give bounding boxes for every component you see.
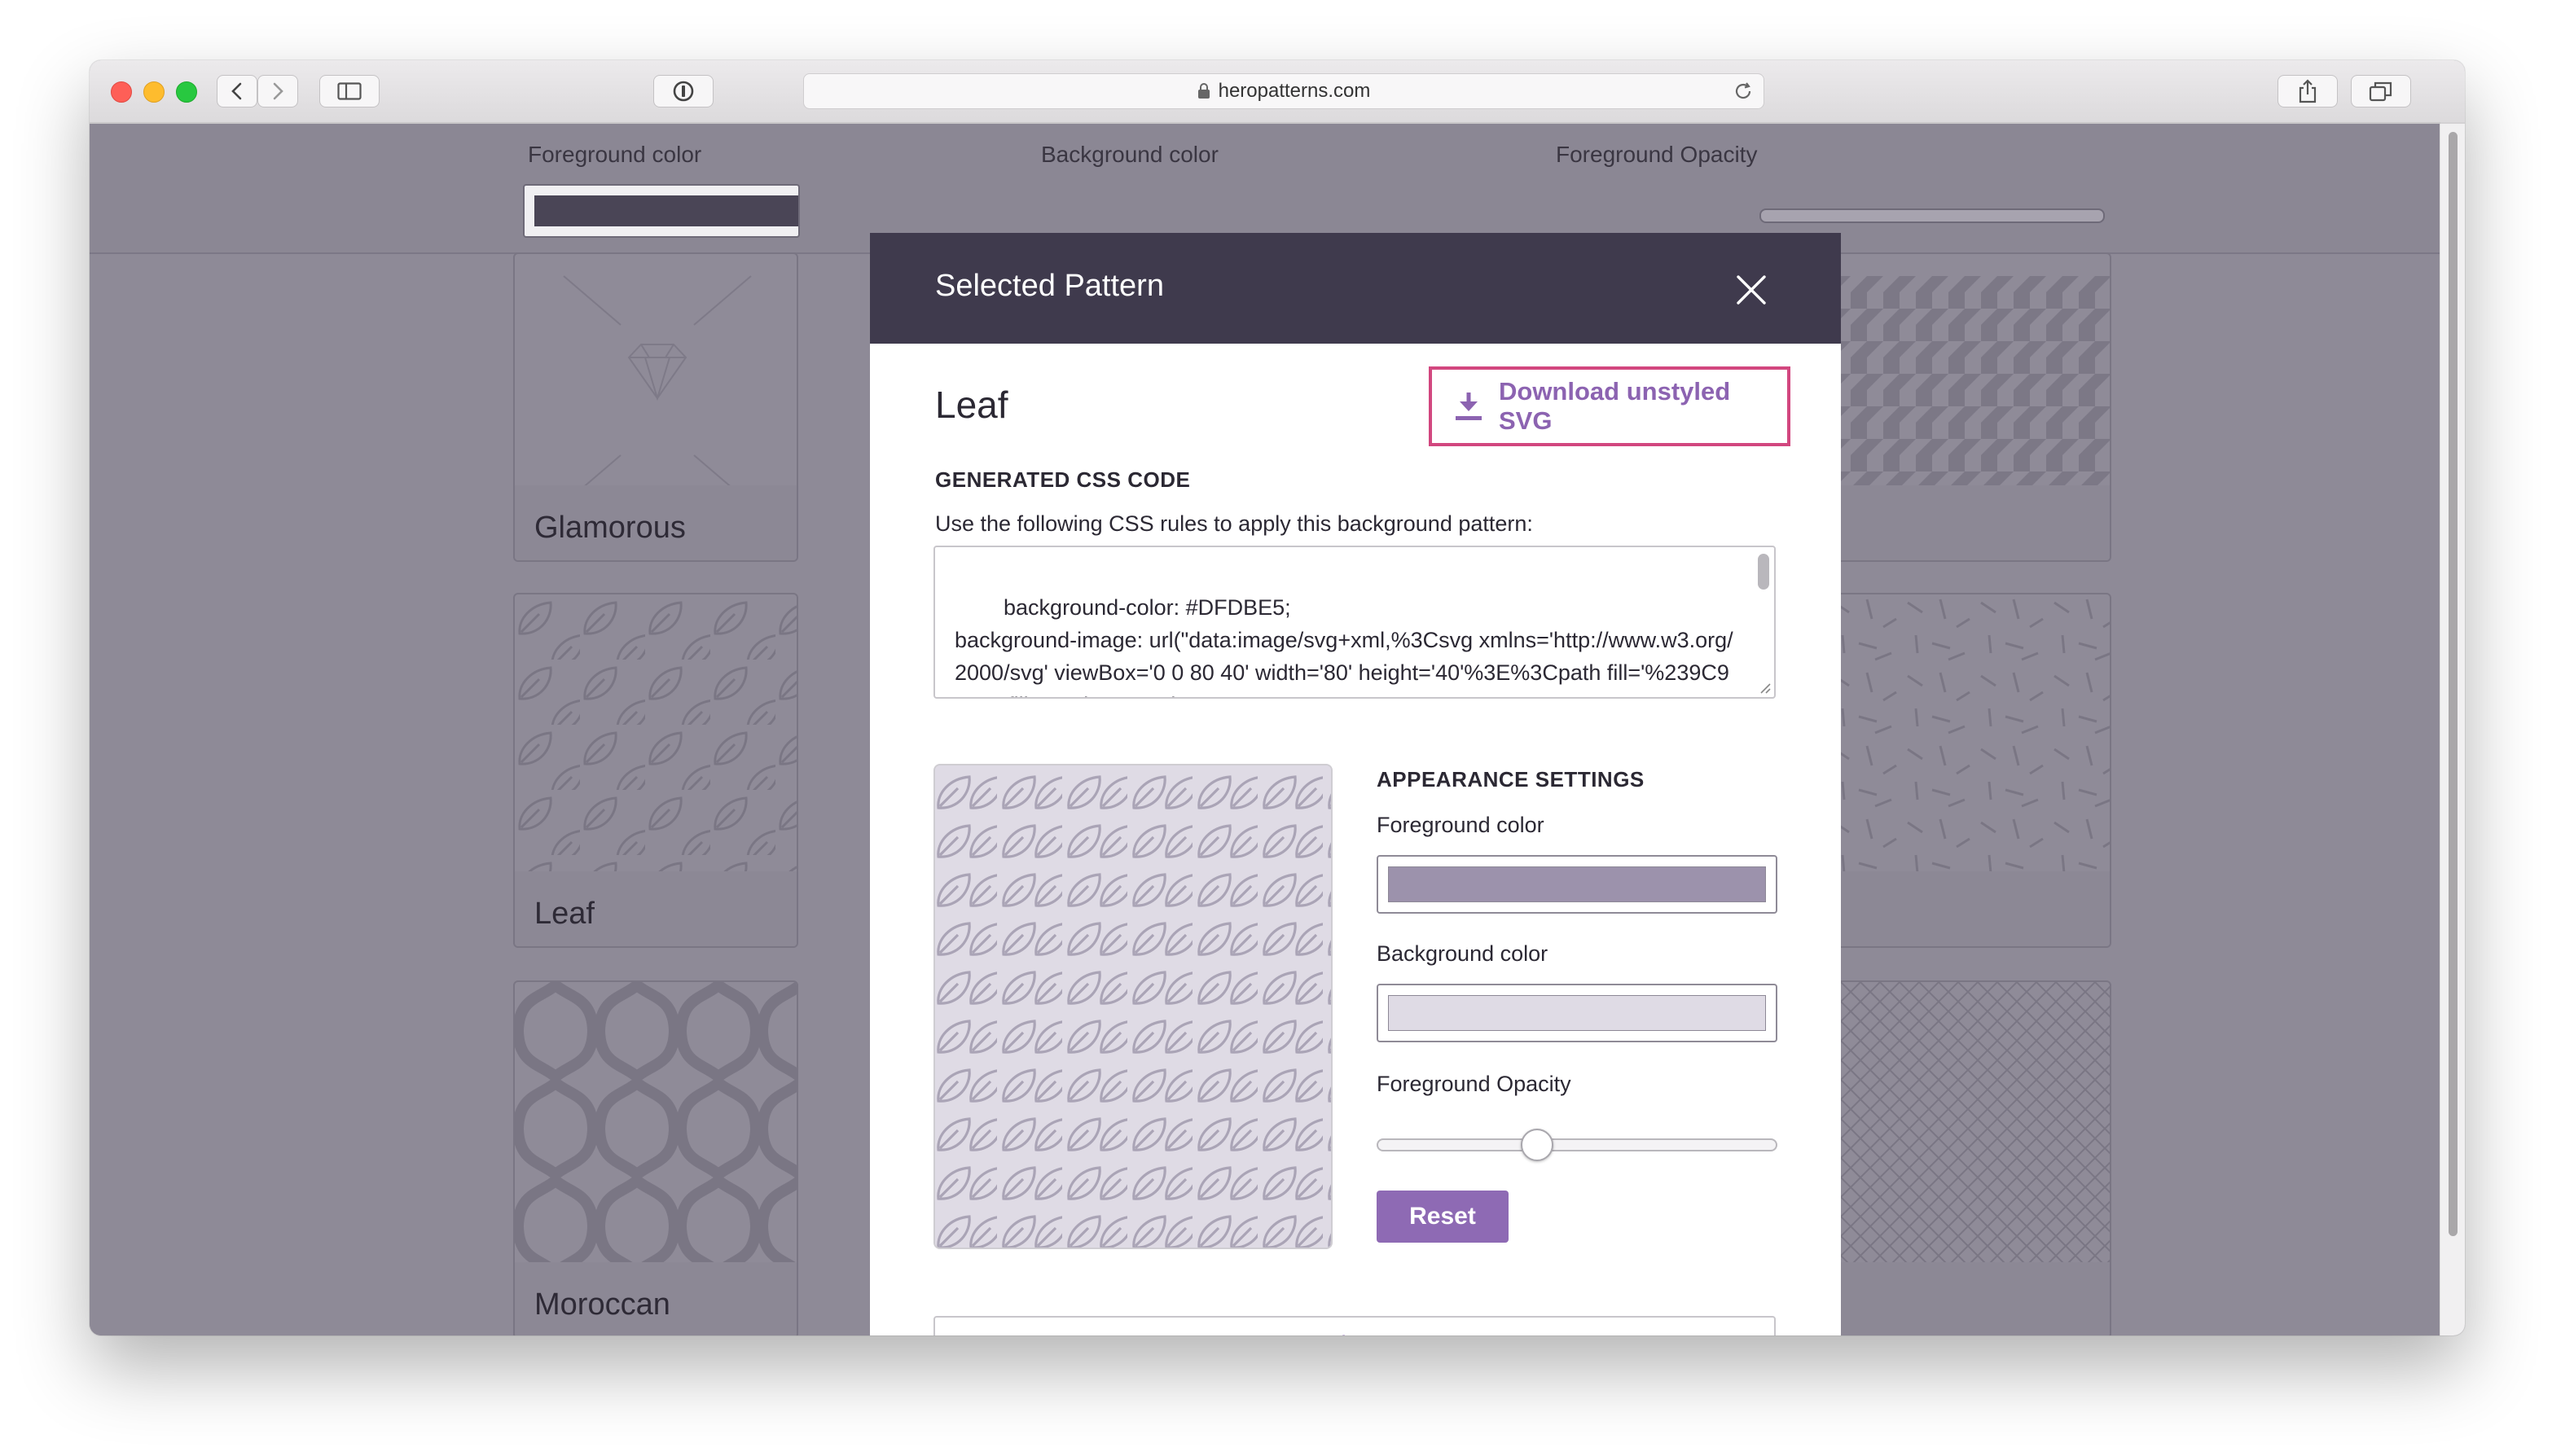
appearance-settings-heading: APPEARANCE SETTINGS <box>1377 767 1645 792</box>
close-window-button[interactable] <box>111 81 132 103</box>
modal-header: Selected Pattern <box>870 233 1841 344</box>
foreground-opacity-slider[interactable] <box>1377 1129 1777 1161</box>
css-code-text: background-color: #DFDBE5; background-im… <box>955 595 1733 697</box>
url-text: heropatterns.com <box>1218 80 1371 102</box>
sidebar-button[interactable] <box>319 75 380 107</box>
selected-pattern-modal: Selected Pattern Leaf Download unstyled … <box>870 233 1841 1335</box>
background-color-input[interactable] <box>1377 984 1777 1042</box>
generated-css-heading: GENERATED CSS CODE <box>935 467 1191 492</box>
pattern-card-title: Leaf <box>534 897 595 931</box>
background-color-label: Background color <box>1041 142 1219 167</box>
sidebar-icon <box>337 82 362 100</box>
css-code-textarea[interactable]: background-color: #DFDBE5; background-im… <box>933 546 1776 699</box>
pattern-card-title: Moroccan <box>534 1287 670 1322</box>
foreground-color-input[interactable] <box>1377 855 1777 914</box>
resize-handle-icon[interactable] <box>1758 681 1771 694</box>
password-manager-icon <box>673 81 694 102</box>
browser-window: heropatterns.com + Foreground color Back… <box>90 60 2465 1335</box>
foreground-opacity-slider[interactable] <box>1759 208 2105 223</box>
foreground-opacity-label: Foreground Opacity <box>1556 142 1758 167</box>
download-unstyled-svg-button[interactable]: Download unstyled SVG <box>1429 366 1790 446</box>
pattern-card-glamorous[interactable]: Glamorous <box>513 252 798 562</box>
pattern-card-title: Glamorous <box>534 511 686 545</box>
css-instructions: Use the following CSS rules to apply thi… <box>935 511 1533 536</box>
foreground-color-label: Foreground color <box>528 142 702 167</box>
background-color-label: Background color <box>1377 941 1548 966</box>
back-button[interactable] <box>217 75 257 107</box>
foreground-color-swatch[interactable] <box>523 184 800 238</box>
zoom-window-button[interactable] <box>176 81 197 103</box>
forward-button[interactable] <box>257 75 298 107</box>
tabs-icon <box>2369 81 2392 102</box>
address-bar[interactable]: heropatterns.com <box>803 73 1764 109</box>
modal-title: Selected Pattern <box>935 269 1164 303</box>
pattern-preview <box>933 764 1333 1249</box>
page-background: Foreground color Background color Foregr… <box>90 124 2440 1335</box>
download-icon <box>1453 391 1484 422</box>
pattern-card-moroccan[interactable]: Moroccan <box>513 980 798 1335</box>
leaf-pattern-preview <box>935 765 1331 1248</box>
code-scrollbar[interactable] <box>1758 554 1769 590</box>
chevron-left-icon <box>231 82 242 100</box>
lock-icon <box>1197 83 1210 99</box>
slider-handle[interactable] <box>1521 1129 1553 1161</box>
pattern-card-leaf[interactable]: Leaf <box>513 593 798 948</box>
minimize-window-button[interactable] <box>143 81 165 103</box>
page-scrollbar[interactable] <box>2440 124 2465 1335</box>
share-icon <box>2299 79 2317 103</box>
foreground-opacity-label: Foreground Opacity <box>1377 1072 1571 1096</box>
password-button[interactable] <box>653 75 714 107</box>
close-icon[interactable] <box>1735 274 1768 306</box>
download-label: Download unstyled SVG <box>1499 377 1731 435</box>
close-button[interactable]: Close <box>933 1316 1776 1335</box>
chevron-right-icon <box>273 82 283 100</box>
browser-toolbar: heropatterns.com <box>90 60 2465 124</box>
moroccan-pattern-background <box>515 982 797 1262</box>
leaf-pattern-background <box>515 594 797 875</box>
reload-icon[interactable] <box>1733 81 1754 102</box>
reset-button[interactable]: Reset <box>1377 1191 1509 1243</box>
share-button[interactable] <box>2278 75 2338 107</box>
pattern-name: Leaf <box>935 384 1008 426</box>
foreground-color-label: Foreground color <box>1377 813 1544 837</box>
scrollbar-thumb[interactable] <box>2449 132 2458 1236</box>
tabs-overview-button[interactable] <box>2351 75 2411 107</box>
